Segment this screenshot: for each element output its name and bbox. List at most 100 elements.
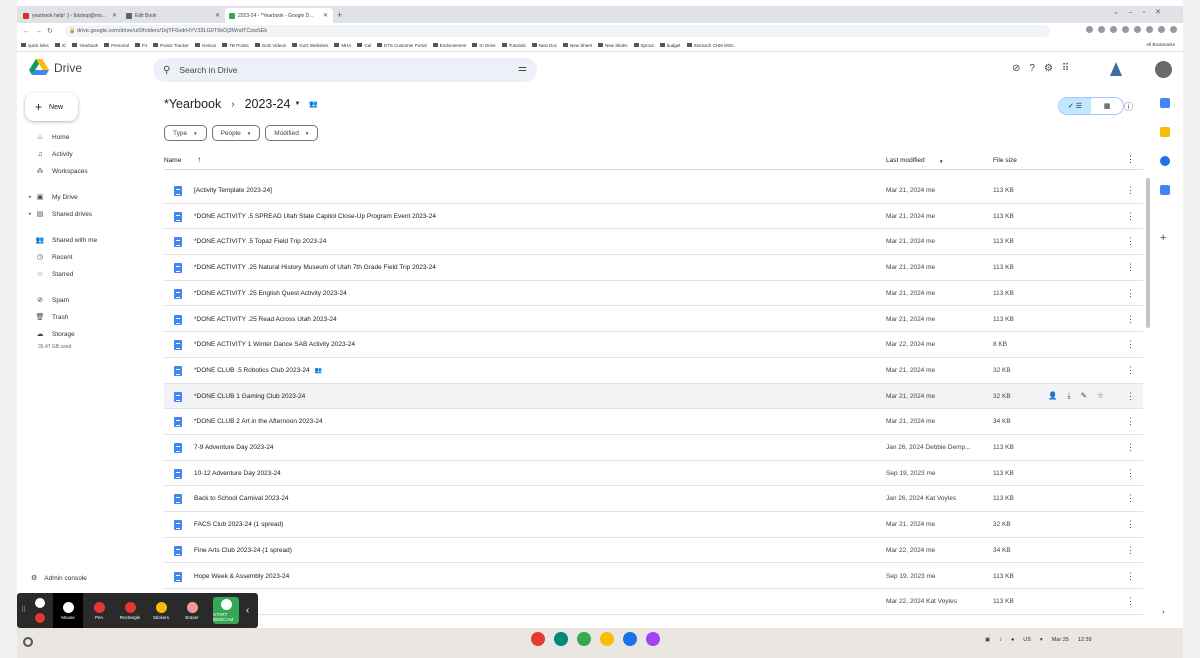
bookmark-item[interactable]: Endorsement bbox=[432, 43, 466, 48]
more-actions-icon[interactable]: ⋮ bbox=[1126, 185, 1135, 196]
app-icon[interactable] bbox=[554, 632, 568, 646]
play-store-icon[interactable] bbox=[577, 632, 591, 646]
recorder-tool-pen[interactable]: Pen bbox=[84, 593, 114, 628]
more-actions-icon[interactable]: ⋮ bbox=[1126, 571, 1135, 582]
sort-up-icon[interactable]: ↑ bbox=[197, 155, 201, 164]
help-icon[interactable]: ? bbox=[1029, 63, 1035, 74]
launcher-icon[interactable] bbox=[23, 637, 33, 647]
settings-gear-icon[interactable]: ⚙ bbox=[1044, 63, 1053, 74]
share-icon[interactable]: 👤 bbox=[1048, 391, 1057, 401]
files-icon[interactable] bbox=[623, 632, 637, 646]
sidebar-item-starred[interactable]: ☆ Starred bbox=[17, 267, 147, 281]
stop-icon[interactable] bbox=[35, 613, 45, 623]
browser-tab-edit-book[interactable]: Edit Book ✕ bbox=[122, 8, 225, 23]
bookmark-item[interactable]: ETS Customer Portal bbox=[377, 43, 427, 48]
search-options-icon[interactable]: ⚌ bbox=[518, 63, 527, 74]
bookmark-item[interactable]: Personal bbox=[104, 43, 129, 48]
search-bar[interactable]: ⚲ Search in Drive ⚌ bbox=[153, 58, 537, 82]
url-field[interactable]: 🔒 drive.google.com/drive/u/0/folders/1kjY… bbox=[65, 25, 1050, 37]
recorder-tool-start-webcam[interactable]: START WEBCAM bbox=[213, 597, 239, 624]
new-button[interactable]: + New bbox=[25, 93, 78, 121]
close-icon[interactable]: ✕ bbox=[323, 12, 328, 19]
recorder-tool-mouse[interactable]: Mouse bbox=[53, 593, 83, 628]
filter-people[interactable]: People ▼ bbox=[211, 125, 261, 141]
browser-tab-gmail[interactable]: yearbook help! :) - tbishop@mo... ✕ bbox=[19, 8, 122, 23]
more-actions-icon[interactable]: ⋮ bbox=[1126, 365, 1135, 376]
file-row[interactable]: 7-9 Adventure Day 2023-24 Jan 26, 2024 De… bbox=[164, 435, 1143, 461]
file-name[interactable]: *DONE ACTIVITY .25 English Quest Activit… bbox=[194, 290, 347, 297]
bookmark-item[interactable]: IC Drive bbox=[472, 43, 496, 48]
reload-icon[interactable]: ↻ bbox=[47, 27, 53, 35]
bookmark-item[interactable]: Stomach CHM 9/20... bbox=[686, 43, 737, 48]
admin-console-link[interactable]: ⚙ Admin console bbox=[31, 574, 87, 583]
file-row[interactable]: *DONE CLUB .5 Robotics Club 2023-24 👥 Mar … bbox=[164, 358, 1143, 384]
more-actions-icon[interactable]: ⋮ bbox=[1126, 519, 1135, 530]
bookmark-item[interactable]: Genius bbox=[194, 43, 216, 48]
file-row[interactable]: *DONE ACTIVITY .25 Natural History Museu… bbox=[164, 255, 1143, 281]
file-row[interactable]: [Activity Template 2023-24] Mar 21, 2024 … bbox=[164, 178, 1143, 204]
file-row[interactable]: *DONE CLUB 2 Art in the Afternoon 2023-2… bbox=[164, 409, 1143, 435]
breadcrumb-current[interactable]: 2023-24 bbox=[245, 97, 291, 111]
file-name[interactable]: 10-12 Adventure Day 2023-24 bbox=[194, 470, 281, 477]
bookmark-item[interactable]: GoG Websites bbox=[292, 43, 328, 48]
file-name[interactable]: Hope Week & Assembly 2023-24 bbox=[194, 573, 289, 580]
sidebar-item-recent[interactable]: ◷ Recent bbox=[17, 250, 147, 264]
file-row[interactable]: ...3-24Mar 22, 2024 Kat Voyles113 KB⋮ bbox=[164, 589, 1143, 615]
file-row[interactable]: *DONE ACTIVITY .25 English Quest Activit… bbox=[164, 281, 1143, 307]
file-name[interactable]: *DONE CLUB 1 Gaming Club 2023-24 bbox=[194, 393, 305, 400]
bookmark-item[interactable]: Cal bbox=[357, 43, 371, 48]
file-name[interactable]: *DONE ACTIVITY .25 Read Across Utah 2023… bbox=[194, 316, 337, 323]
bookmark-item[interactable]: MHA bbox=[334, 43, 351, 48]
bookmark-item[interactable]: GoG Videos bbox=[254, 43, 286, 48]
file-row[interactable]: *DONE ACTIVITY .25 Read Across Utah 2023… bbox=[164, 307, 1143, 333]
star-icon[interactable]: ☆ bbox=[1097, 391, 1104, 401]
more-actions-icon[interactable]: ⋮ bbox=[1126, 236, 1135, 247]
file-name[interactable]: *DONE ACTIVITY .25 Natural History Museu… bbox=[194, 264, 436, 271]
shared-folder-icon[interactable]: 👥 bbox=[309, 100, 318, 108]
expand-arrow-icon[interactable]: ▸ bbox=[29, 211, 32, 217]
bookmark-item[interactable]: Yearbook bbox=[72, 43, 98, 48]
sidebar-item-activity[interactable]: ♫ Activity bbox=[17, 147, 147, 161]
grid-view-button[interactable]: ▦ bbox=[1091, 98, 1123, 114]
more-actions-icon[interactable]: ⋮ bbox=[1126, 596, 1135, 607]
more-actions-icon[interactable]: ⋮ bbox=[1126, 416, 1135, 427]
file-name[interactable]: *DONE ACTIVITY 1 Winter Dance SAB Activi… bbox=[194, 341, 355, 348]
chevron-right-icon[interactable]: › bbox=[1162, 607, 1165, 616]
app-icon[interactable] bbox=[531, 632, 545, 646]
file-name[interactable]: *DONE CLUB .5 Robotics Club 2023-24 👥 bbox=[194, 367, 322, 374]
bookmark-item[interactable]: TB Points bbox=[222, 43, 249, 48]
file-row[interactable]: *DONE CLUB 1 Gaming Club 2023-24 Mar 21, … bbox=[164, 383, 1143, 410]
bookmark-item[interactable]: Points Tracker bbox=[153, 43, 189, 48]
more-actions-icon[interactable]: ⋮ bbox=[1126, 468, 1135, 479]
sidebar-item-trash[interactable]: 🗑 Trash bbox=[17, 310, 147, 324]
scrollbar[interactable] bbox=[1146, 178, 1150, 328]
more-actions-icon[interactable]: ⋮ bbox=[1126, 339, 1135, 350]
bookmark-item[interactable]: New Doc bbox=[531, 43, 557, 48]
drag-handle-icon[interactable]: ⠿ bbox=[21, 606, 26, 614]
file-name[interactable]: FACS Club 2023-24 (1 spread) bbox=[194, 521, 283, 528]
sidebar-item-my-drive[interactable]: ▸ ▣ My Drive bbox=[17, 190, 147, 204]
collapse-icon[interactable]: ‹ bbox=[246, 605, 249, 616]
bookmark-item[interactable]: New Slides bbox=[598, 43, 628, 48]
keep-icon[interactable] bbox=[1160, 127, 1170, 137]
column-file-size[interactable]: File size bbox=[993, 157, 1017, 164]
rename-icon[interactable]: ✎ bbox=[1081, 391, 1087, 401]
recorder-tool-eraser[interactable]: Eraser bbox=[177, 593, 207, 628]
bookmark-item[interactable]: Tutorials bbox=[501, 43, 526, 48]
sidebar-item-shared-drives[interactable]: ▸ ▤ Shared drives bbox=[17, 207, 147, 221]
bookmark-item[interactable]: New Sheet bbox=[563, 43, 592, 48]
all-bookmarks[interactable]: All Bookmarks bbox=[1146, 42, 1175, 47]
chrome-icon[interactable] bbox=[600, 632, 614, 646]
system-tray[interactable]: ▣ ♪ ● US ▾ Mar 25 12:39 bbox=[985, 637, 1092, 643]
offline-status-icon[interactable]: ⊘ bbox=[1012, 63, 1020, 74]
column-last-modified[interactable]: Last modified bbox=[886, 157, 925, 164]
sidebar-item-home[interactable]: ⌂ Home bbox=[17, 130, 147, 144]
window-controls[interactable]: ⌄–▫✕ bbox=[1113, 8, 1171, 16]
sidebar-item-storage[interactable]: ☁ Storage bbox=[17, 327, 147, 341]
drive-logo[interactable]: Drive bbox=[29, 59, 82, 76]
bookmark-item[interactable]: quick links bbox=[21, 43, 49, 48]
file-row[interactable]: Fine Arts Club 2023-24 (1 spread) Mar 22,… bbox=[164, 538, 1143, 564]
filter-modified[interactable]: Modified ▼ bbox=[265, 125, 319, 141]
recorder-tool-stickers[interactable]: Stickers bbox=[146, 593, 176, 628]
sidebar-item-workspaces[interactable]: ⁂ Workspaces bbox=[17, 164, 147, 178]
